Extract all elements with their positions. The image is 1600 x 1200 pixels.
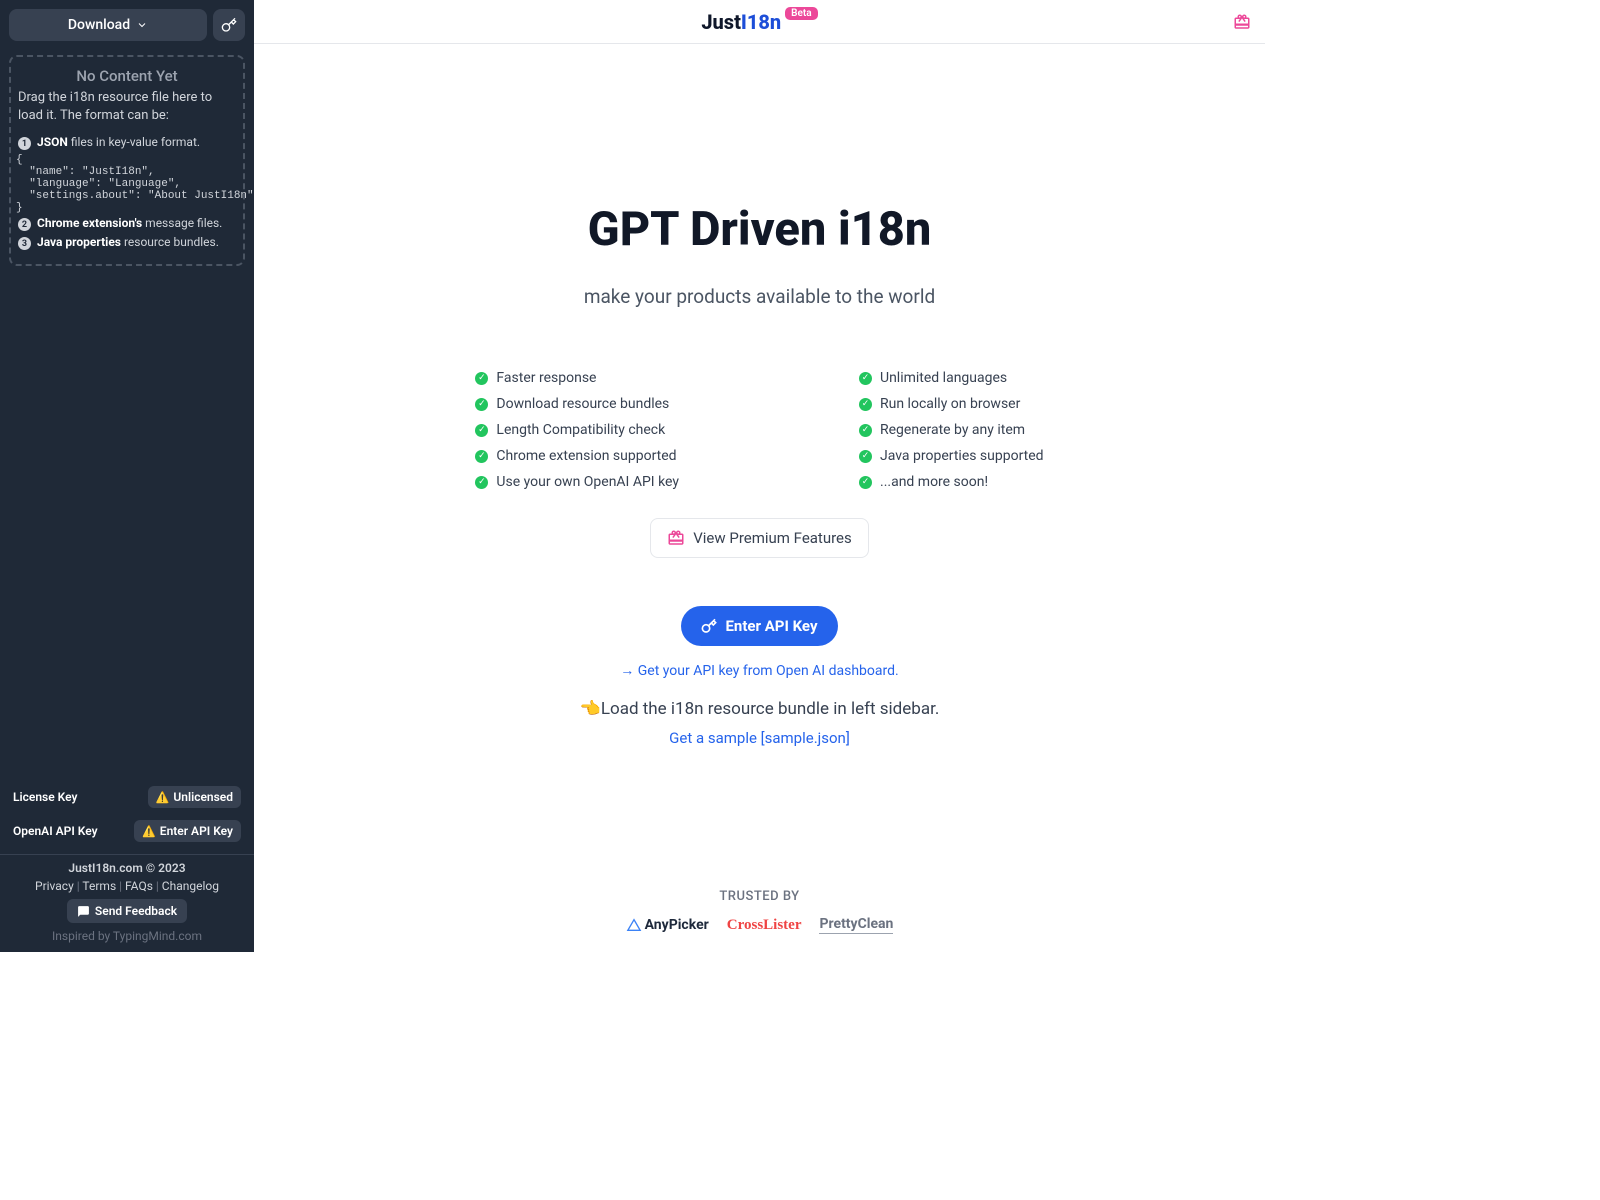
check-icon: ✓ [859,476,872,489]
privacy-link[interactable]: Privacy [35,879,74,893]
point-left-icon: 👈 [580,699,601,719]
chat-icon [77,905,90,918]
trusted-by: TRUSTED BY AnyPicker CrossLister PrettyC… [254,889,1265,934]
feature-item: ✓Faster response [475,370,679,386]
feature-item: ✓Run locally on browser [859,396,1044,412]
check-icon: ✓ [859,424,872,437]
check-icon: ✓ [475,372,488,385]
beta-badge: Beta [785,7,817,20]
api-key-button[interactable] [213,9,245,41]
brand-crosslister[interactable]: CrossLister [727,917,802,934]
feature-item: ✓Regenerate by any item [859,422,1044,438]
load-hint: 👈Load the i18n resource bundle in left s… [580,699,940,719]
download-button[interactable]: Download [9,9,207,41]
check-icon: ✓ [859,372,872,385]
check-icon: ✓ [475,476,488,489]
code-example: { "name": "JustI18n", "language": "Langu… [16,154,236,214]
check-icon: ✓ [475,450,488,463]
spacer [9,266,245,776]
gift-icon [1233,13,1251,31]
bullet-2: 2 [18,218,31,231]
copyright: JustI18n.com © 2023 [9,861,245,875]
warning-icon: ⚠️ [156,791,170,804]
feature-item: ✓Length Compatibility check [475,422,679,438]
anypicker-icon [626,917,642,933]
page-title: GPT Driven i18n [588,202,932,257]
topbar: JustI18n Beta [254,0,1265,44]
feature-item: ✓Use your own OpenAI API key [475,474,679,490]
check-icon: ✓ [475,398,488,411]
inspired-link[interactable]: TypingMind.com [113,929,202,943]
license-key-label: License Key [13,790,77,804]
send-feedback-button[interactable]: Send Feedback [67,899,187,923]
view-premium-button[interactable]: View Premium Features [650,518,869,558]
faqs-link[interactable]: FAQs [125,879,153,893]
check-icon: ✓ [859,398,872,411]
format-list: 1 JSON files in key-value format. [18,135,236,150]
openai-key-row: OpenAI API Key ⚠️ Enter API Key [9,820,245,842]
features: ✓Faster response ✓Download resource bund… [475,370,1043,490]
chevron-down-icon [136,19,148,31]
bullet-3: 3 [18,237,31,250]
format-item-java: 3 Java properties resource bundles. [18,235,236,250]
sidebar: Download No Content Yet Drag the i18n re… [0,0,254,952]
enter-api-key-button[interactable]: Enter API Key [681,606,837,646]
warning-icon: ⚠️ [142,825,156,838]
dropzone-description: Drag the i18n resource file here to load… [18,89,236,125]
divider [0,854,254,855]
logo: JustI18n Beta [701,10,817,34]
dropzone-title: No Content Yet [18,67,236,85]
inspired-by: Inspired by TypingMind.com [9,929,245,943]
feature-item: ✓...and more soon! [859,474,1044,490]
features-right: ✓Unlimited languages ✓Run locally on bro… [859,370,1044,490]
download-label: Download [68,17,130,33]
changelog-link[interactable]: Changelog [162,879,219,893]
license-status-button[interactable]: ⚠️ Unlicensed [148,786,241,808]
gift-icon [667,529,685,547]
sidebar-toolbar: Download [9,9,245,41]
get-api-key-link[interactable]: → Get your API key from Open AI dashboar… [620,662,898,679]
trusted-label: TRUSTED BY [254,889,1265,904]
key-icon [221,17,237,33]
premium-icon-button[interactable] [1233,13,1251,31]
content: GPT Driven i18n make your products avail… [254,44,1265,952]
feature-item: ✓Unlimited languages [859,370,1044,386]
feature-item: ✓Download resource bundles [475,396,679,412]
sample-link[interactable]: Get a sample [sample.json] [669,729,850,747]
brand-anypicker[interactable]: AnyPicker [626,917,709,933]
format-item-json: 1 JSON files in key-value format. [18,135,236,150]
openai-key-label: OpenAI API Key [13,824,98,838]
check-icon: ✓ [475,424,488,437]
format-item-chrome: 2 Chrome extension's message files. [18,216,236,231]
dropzone[interactable]: No Content Yet Drag the i18n resource fi… [9,55,245,266]
check-icon: ✓ [859,450,872,463]
sidebar-footer: License Key ⚠️ Unlicensed OpenAI API Key… [9,776,245,943]
format-list-2: 2 Chrome extension's message files. 3 Ja… [18,216,236,250]
bullet-1: 1 [18,137,31,150]
license-key-row: License Key ⚠️ Unlicensed [9,786,245,808]
main: JustI18n Beta GPT Driven i18n make your … [254,0,1265,952]
trusted-logos: AnyPicker CrossLister PrettyClean [254,916,1265,934]
features-left: ✓Faster response ✓Download resource bund… [475,370,679,490]
openai-status-button[interactable]: ⚠️ Enter API Key [134,820,241,842]
terms-link[interactable]: Terms [82,879,116,893]
footer-links: Privacy | Terms | FAQs | Changelog [9,879,245,893]
brand-prettyclean[interactable]: PrettyClean [819,916,893,934]
feature-item: ✓Java properties supported [859,448,1044,464]
feature-item: ✓Chrome extension supported [475,448,679,464]
key-icon [701,618,717,634]
page-subtitle: make your products available to the worl… [584,285,935,308]
